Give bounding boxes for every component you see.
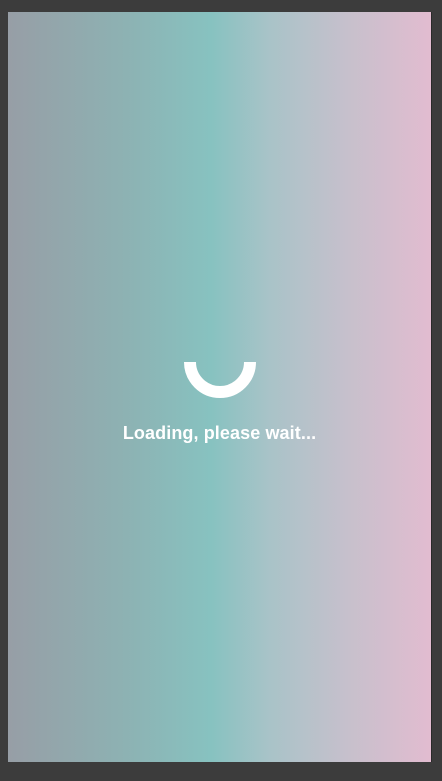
loading-indicator: Loading, please wait... <box>8 362 431 444</box>
loading-spinner-icon <box>183 362 256 398</box>
window-frame: Loading, please wait... <box>0 0 442 781</box>
loading-message: Loading, please wait... <box>122 423 317 443</box>
loading-screen: Loading, please wait... <box>8 12 432 762</box>
